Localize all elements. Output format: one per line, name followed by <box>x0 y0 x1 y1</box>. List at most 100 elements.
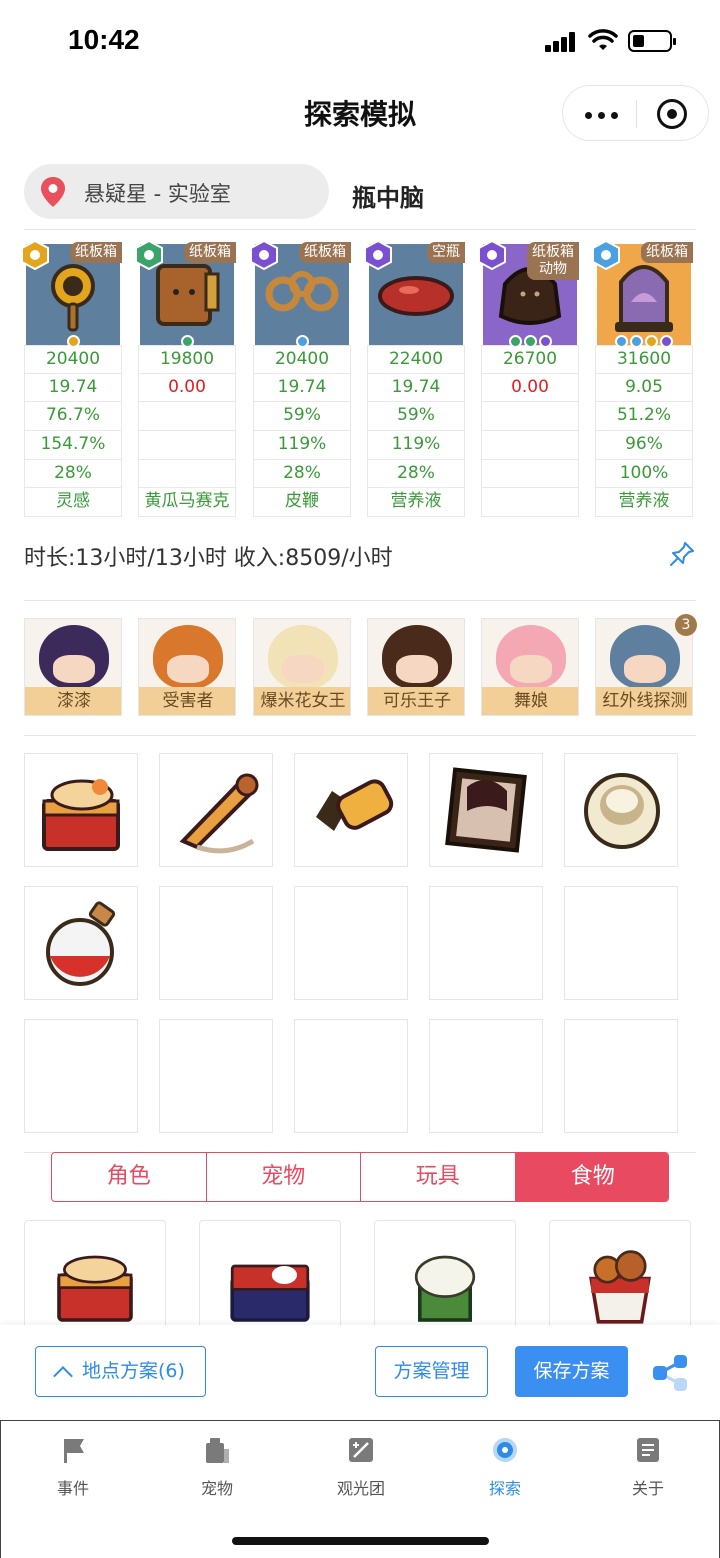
food-card[interactable] <box>199 1220 341 1325</box>
tabbar-item-explore[interactable]: 探索 <box>455 1435 555 1499</box>
tab-role[interactable]: 角色 <box>52 1153 207 1201</box>
stat-cell: 皮鞭 <box>253 488 351 518</box>
rarity-badge-icon <box>592 240 620 270</box>
tabbar-item-about[interactable]: 关于 <box>598 1435 698 1499</box>
status-bar: 10:42 <box>0 0 720 80</box>
horn-icon <box>179 773 259 854</box>
portrait-icon <box>445 767 527 853</box>
item-slot[interactable] <box>294 753 408 867</box>
stat-cell: 9.05 <box>595 373 693 403</box>
stat-cell: 营养液 <box>367 488 465 518</box>
tabbar-item-tour[interactable]: 观光团 <box>311 1435 411 1499</box>
stat-cell: 59% <box>253 402 351 432</box>
tabbar-item-flag[interactable]: 事件 <box>23 1435 123 1499</box>
rarity-badge-icon <box>478 240 506 270</box>
explore-icon <box>493 1438 517 1462</box>
empty-item-slot[interactable] <box>564 1019 678 1133</box>
result-column[interactable]: 纸板箱 20400 19.74 59% 119% 28% 皮鞭 <box>250 240 351 518</box>
result-column[interactable]: 纸板箱 20400 19.74 76.7% 154.7% 28% 灵感 <box>21 240 122 518</box>
stat-cell: 154.7% <box>24 431 122 460</box>
tab-pet[interactable]: 宠物 <box>207 1153 361 1201</box>
container-tag: 空瓶 <box>427 242 465 263</box>
stat-cell: 22400 <box>367 345 465 374</box>
stat-cell: 灵感 <box>24 488 122 518</box>
container-tag-sublabel: 动物 <box>539 261 567 277</box>
location-name: 悬疑星 - 实验室 <box>84 182 231 206</box>
stat-cell: 20400 <box>24 345 122 374</box>
action-bar: 地点方案(6) 方案管理 保存方案 <box>0 1325 720 1420</box>
item-slot[interactable] <box>24 753 138 867</box>
tab-toy[interactable]: 玩具 <box>361 1153 516 1201</box>
save-plan-button[interactable]: 保存方案 <box>515 1346 628 1397</box>
rarity-badge-icon <box>250 240 278 270</box>
character-avatar <box>268 625 338 689</box>
empty-item-slot[interactable] <box>159 886 273 1000</box>
empty-item-slot[interactable] <box>159 1019 273 1133</box>
stat-cell: 营养液 <box>595 488 693 518</box>
character-card[interactable]: 舞娘 <box>481 618 579 716</box>
chicken-bucket-icon <box>589 1250 651 1324</box>
tab-food[interactable]: 食物 <box>515 1153 668 1201</box>
location-plan-button[interactable]: 地点方案(6) <box>35 1346 206 1397</box>
character-avatar <box>382 625 452 689</box>
stat-cell: 28% <box>24 459 122 489</box>
item-slot[interactable] <box>429 753 543 867</box>
stat-cell <box>481 488 579 518</box>
empty-item-slot[interactable] <box>24 1019 138 1133</box>
rice-cup-icon <box>414 1255 476 1322</box>
stat-cell: 28% <box>253 459 351 489</box>
stat-cell: 96% <box>595 431 693 460</box>
container-tag: 纸板箱 <box>641 242 693 263</box>
exploration-results: 纸板箱 20400 19.74 76.7% 154.7% 28% 灵感 纸板箱 19800 0.0… <box>0 240 720 520</box>
pin-icon[interactable] <box>668 540 696 568</box>
stat-cell: 19.74 <box>367 373 465 403</box>
stat-cell: 黄瓜马赛克 <box>138 488 236 518</box>
empty-item-slot[interactable] <box>294 886 408 1000</box>
character-card[interactable]: 爆米花女王 <box>253 618 351 716</box>
food-list <box>0 1220 720 1325</box>
result-column[interactable]: 纸板箱 31600 9.05 51.2% 96% 100% 营养液 <box>592 240 693 518</box>
result-thumbnail: 纸板箱 <box>21 240 122 348</box>
food-card[interactable] <box>549 1220 691 1325</box>
divider <box>24 600 696 601</box>
empty-item-slot[interactable] <box>429 1019 543 1133</box>
container-tag-label: 空瓶 <box>432 244 460 260</box>
empty-item-slot[interactable] <box>294 1019 408 1133</box>
empty-item-slot[interactable] <box>564 886 678 1000</box>
scene-name: 瓶中脑 <box>352 184 424 212</box>
stat-cell: 20400 <box>253 345 351 374</box>
gem-icon <box>660 335 673 348</box>
tabbar-label: 探索 <box>488 1479 521 1498</box>
location-selector[interactable]: 悬疑星 - 实验室 <box>24 164 329 219</box>
character-count-badge: 3 <box>675 614 697 636</box>
plan-manage-button[interactable]: 方案管理 <box>375 1346 488 1397</box>
gem-list <box>24 333 122 348</box>
container-tag: 纸板箱 <box>70 242 122 263</box>
character-avatar <box>153 625 223 689</box>
food-card[interactable] <box>374 1220 516 1325</box>
result-column[interactable]: 纸板箱 动物 26700 0.00 <box>478 240 579 518</box>
empty-item-slot[interactable] <box>429 886 543 1000</box>
gem-icon <box>295 335 309 348</box>
character-card[interactable]: 受害者 <box>138 618 236 716</box>
container-tag-label: 纸板箱 <box>189 244 231 260</box>
result-column[interactable]: 空瓶 22400 19.74 59% 119% 28% 营养液 <box>364 240 465 518</box>
bento-box-icon <box>57 1255 133 1322</box>
share-icon[interactable] <box>650 1353 690 1393</box>
result-column[interactable]: 纸板箱 19800 0.00 黄瓜马赛克 <box>135 240 236 518</box>
mini-program-capsule <box>562 85 709 141</box>
stat-cell: 26700 <box>481 345 579 374</box>
close-target-icon[interactable] <box>657 99 687 129</box>
item-slot[interactable] <box>24 886 138 1000</box>
character-card[interactable]: 可乐王子 <box>367 618 465 716</box>
signal-icon <box>545 32 577 52</box>
tabbar-label: 宠物 <box>200 1479 233 1498</box>
container-tag-label: 纸板箱 <box>75 244 117 260</box>
more-icon[interactable] <box>585 100 619 128</box>
chevron-up-icon <box>53 1366 73 1386</box>
item-slot[interactable] <box>564 753 678 867</box>
character-card[interactable]: 漆漆 <box>24 618 122 716</box>
tabbar-item-pet[interactable]: 宠物 <box>167 1435 267 1499</box>
food-card[interactable] <box>24 1220 166 1325</box>
item-slot[interactable] <box>159 753 273 867</box>
